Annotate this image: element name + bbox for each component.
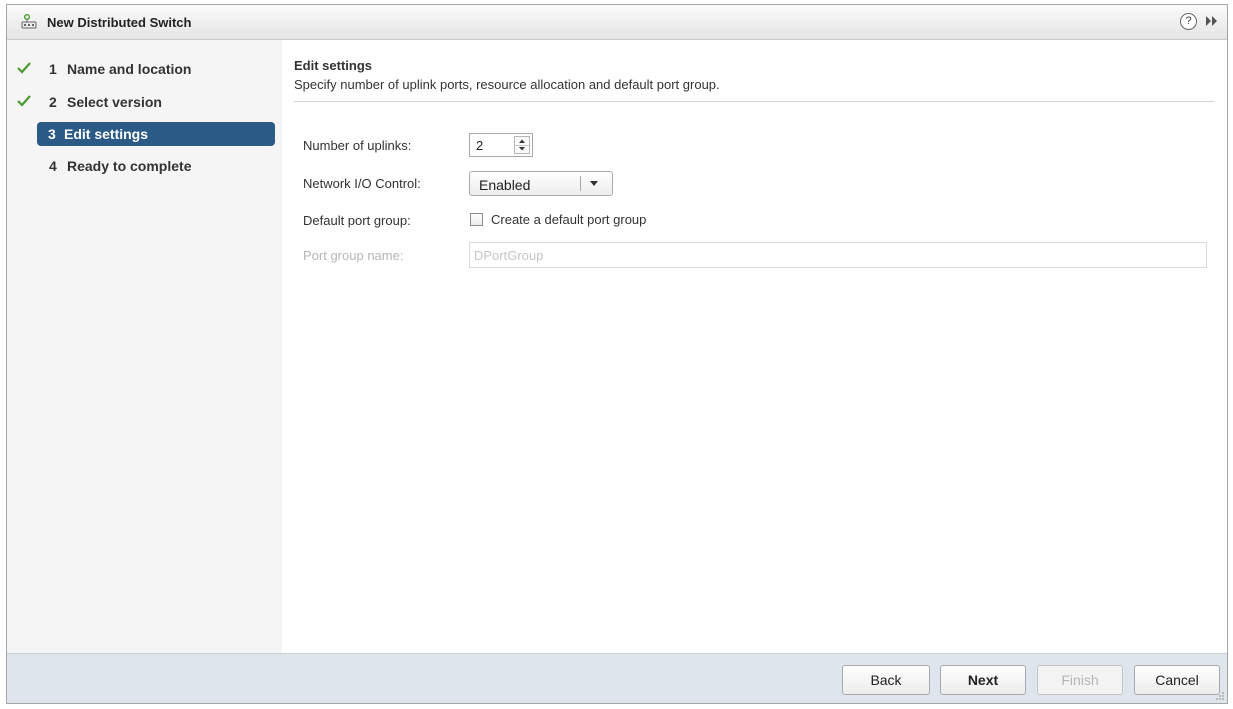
chevron-down-icon [590,181,598,186]
step-number: 1 [49,61,57,77]
decrement-arrow-icon[interactable] [515,145,529,153]
step-label: Edit settings [64,126,149,142]
check-icon [17,62,31,74]
port-group-name-label: Port group name: [303,248,404,263]
resize-grip-icon[interactable] [1215,691,1225,701]
default-port-group-label: Default port group: [303,213,411,228]
divider [294,101,1214,102]
step-number: 2 [49,94,57,110]
wizard-step-ready-to-complete[interactable]: 4 Ready to complete [37,154,275,178]
stepper-buttons [514,136,530,154]
step-label: Select version [67,94,162,110]
dropdown-separator [580,176,581,191]
step-label: Name and location [67,61,192,77]
wizard-step-select-version[interactable]: 2 Select version [37,90,275,114]
cancel-button[interactable]: Cancel [1134,665,1220,695]
port-group-name-placeholder: DPortGroup [474,248,544,263]
nioc-label: Network I/O Control: [303,176,421,191]
help-circle-icon[interactable]: ? [1180,13,1197,30]
wizard-steps-sidebar: 1 Name and location 2 Select version 3 Edit… [7,40,282,655]
port-group-name-input: DPortGroup [469,242,1207,268]
wizard-step-name-and-location[interactable]: 1 Name and location [37,57,275,81]
uplinks-label: Number of uplinks: [303,138,412,153]
create-default-port-group-checkbox[interactable] [470,213,483,226]
page-title: Edit settings [294,58,373,73]
finish-button: Finish [1037,665,1123,695]
page-description: Specify number of uplink ports, resource… [294,77,720,92]
uplinks-stepper[interactable]: 2 [469,133,533,157]
distributed-switch-icon [21,14,37,29]
nioc-selected-value: Enabled [479,177,531,193]
nioc-dropdown[interactable]: Enabled [469,171,613,196]
back-button[interactable]: Back [842,665,930,695]
wizard-footer: Back Next Finish Cancel [7,653,1227,703]
next-button[interactable]: Next [940,665,1026,695]
create-default-port-group-label[interactable]: Create a default port group [491,212,646,227]
wizard-step-edit-settings[interactable]: 3 Edit settings [37,122,275,146]
title-bar: New Distributed Switch ? [7,5,1227,40]
step-number: 3 [48,126,56,142]
wizard-content: Edit settings Specify number of uplink p… [283,40,1227,655]
check-icon [17,95,31,107]
uplinks-value[interactable]: 2 [476,138,483,153]
wizard-dialog: New Distributed Switch ? 1 Name and locat… [6,4,1228,704]
dialog-title: New Distributed Switch [47,15,192,30]
step-label: Ready to complete [67,158,192,174]
step-number: 4 [49,158,57,174]
double-chevron-right-icon[interactable] [1205,15,1219,27]
